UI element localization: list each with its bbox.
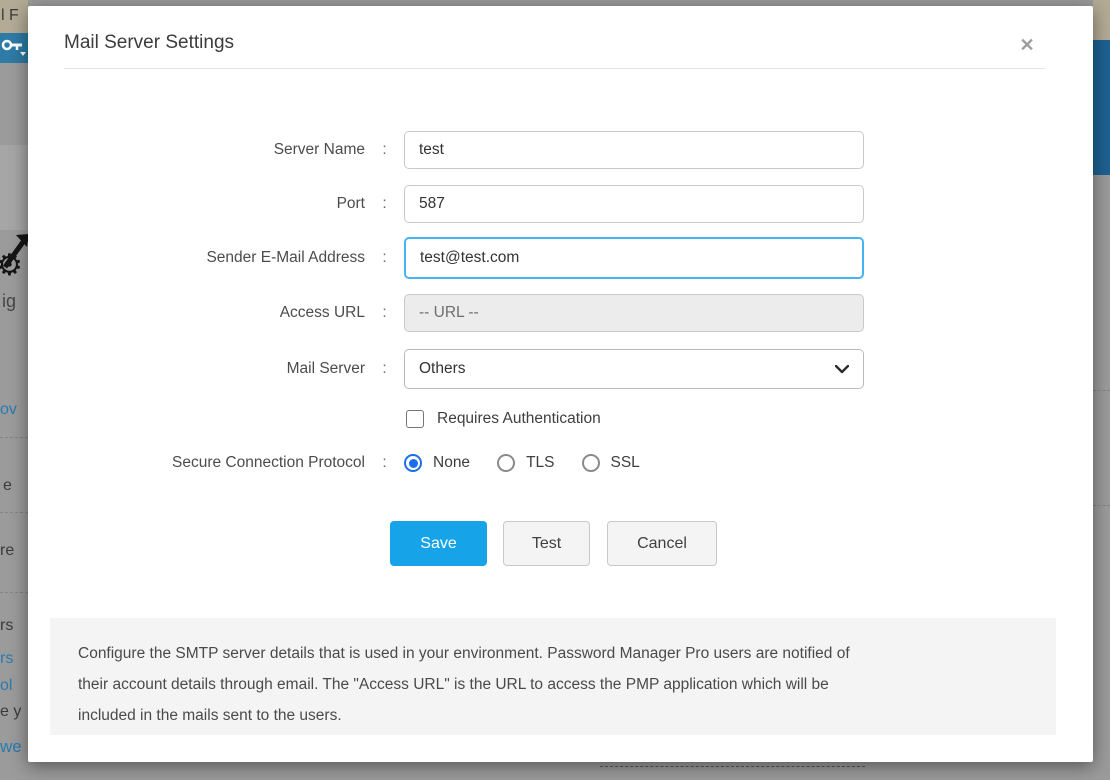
chevron-down-icon xyxy=(835,365,849,374)
dialog-title: Mail Server Settings xyxy=(64,32,234,54)
label-colon: : xyxy=(365,195,404,213)
label-colon: : xyxy=(365,249,404,267)
access-url-row: Access URL : xyxy=(28,294,1093,332)
background-link-fragment: ov xyxy=(0,401,17,419)
port-row: Port : xyxy=(28,185,1093,223)
background-navbar-strip-right xyxy=(1093,40,1110,175)
help-note-line: Configure the SMTP server details that i… xyxy=(78,638,1028,669)
background-divider xyxy=(600,766,865,767)
background-panel-strip xyxy=(0,145,28,230)
server-name-row: Server Name : xyxy=(28,131,1093,169)
background-link-fragment: rs xyxy=(0,650,13,668)
background-text-fragment: l F xyxy=(1,7,19,25)
close-icon[interactable]: ✕ xyxy=(1014,32,1040,58)
requires-auth-row: Requires Authentication xyxy=(28,410,1093,428)
mail-server-row: Mail Server : Others xyxy=(28,349,1093,389)
background-text-fragment: e y xyxy=(0,703,21,721)
background-header-strip-right xyxy=(1093,0,1110,40)
key-icon xyxy=(1,36,27,60)
background-divider xyxy=(0,512,28,513)
background-divider xyxy=(1093,505,1110,506)
background-divider xyxy=(0,592,28,593)
smtp-help-note: Configure the SMTP server details that i… xyxy=(50,618,1056,735)
radio-none-label: None xyxy=(433,454,470,472)
cancel-button[interactable]: Cancel xyxy=(607,521,717,566)
sender-email-input[interactable] xyxy=(404,237,864,279)
title-divider xyxy=(64,68,1045,69)
mail-server-select[interactable]: Others xyxy=(404,349,864,389)
label-colon: : xyxy=(365,141,404,159)
secure-protocol-label: Secure Connection Protocol xyxy=(28,454,365,472)
background-text-fragment: re xyxy=(0,542,14,560)
mail-server-settings-dialog: Mail Server Settings ✕ Server Name : Por… xyxy=(28,6,1093,762)
mail-server-label: Mail Server xyxy=(28,360,365,378)
label-colon: : xyxy=(365,454,404,472)
save-button[interactable]: Save xyxy=(390,521,487,566)
test-button[interactable]: Test xyxy=(503,521,590,566)
radio-none[interactable] xyxy=(404,454,422,472)
mail-server-selected-value: Others xyxy=(419,360,466,378)
port-label: Port xyxy=(28,195,365,213)
secure-protocol-options: None TLS SSL xyxy=(404,454,667,472)
background-text-fragment: e xyxy=(3,477,12,495)
background-divider xyxy=(1093,390,1110,391)
access-url-input xyxy=(404,294,864,332)
secure-protocol-row: Secure Connection Protocol : None TLS SS… xyxy=(28,454,1093,472)
server-name-label: Server Name xyxy=(28,141,365,159)
background-text-fragment: rs xyxy=(0,617,13,635)
radio-ssl[interactable] xyxy=(582,454,600,472)
background-link-fragment: we xyxy=(0,737,22,757)
requires-auth-checkbox[interactable] xyxy=(406,410,424,428)
label-colon: : xyxy=(365,360,404,378)
port-input[interactable] xyxy=(404,185,864,223)
help-note-line: included in the mails sent to the users. xyxy=(78,700,1028,731)
radio-ssl-label: SSL xyxy=(611,454,640,472)
sender-email-row: Sender E-Mail Address : ⓘ xyxy=(28,237,1093,279)
background-text-fragment: ig xyxy=(2,291,16,312)
background-link-fragment: ol xyxy=(0,677,12,695)
gear-icon: ⚙ xyxy=(0,248,23,283)
background-navbar-strip xyxy=(0,33,28,63)
label-colon: : xyxy=(365,304,404,322)
requires-auth-label: Requires Authentication xyxy=(437,410,601,428)
radio-tls[interactable] xyxy=(497,454,515,472)
sender-email-label: Sender E-Mail Address xyxy=(28,249,365,267)
server-name-input[interactable] xyxy=(404,131,864,169)
radio-tls-label: TLS xyxy=(526,454,554,472)
help-note-line: their account details through email. The… xyxy=(78,669,1028,700)
background-divider xyxy=(0,437,28,438)
access-url-label: Access URL xyxy=(28,304,365,322)
